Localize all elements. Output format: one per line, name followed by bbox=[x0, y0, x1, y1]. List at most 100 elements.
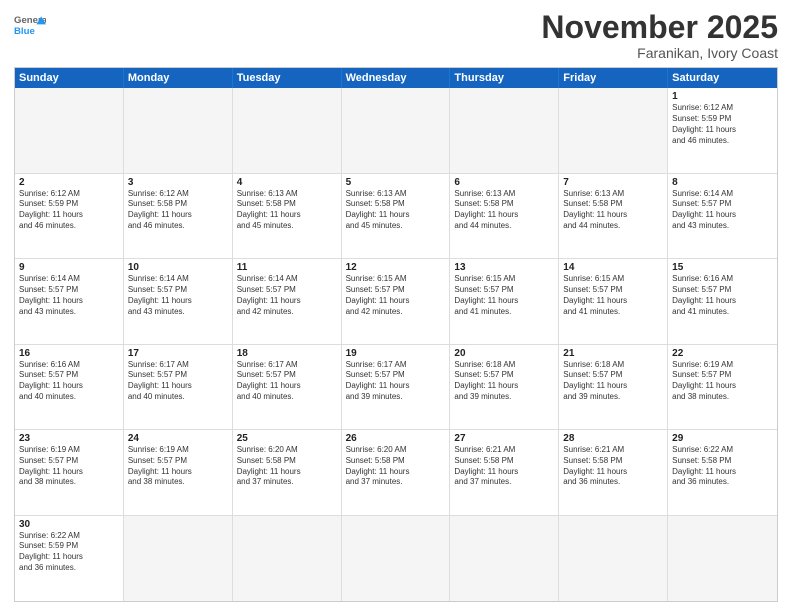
day-number: 6 bbox=[454, 177, 554, 188]
month-title: November 2025 bbox=[541, 10, 778, 45]
day-number: 21 bbox=[563, 348, 663, 359]
logo-icon: General Blue bbox=[14, 10, 46, 42]
day-number: 27 bbox=[454, 433, 554, 444]
day-info: Sunrise: 6:14 AM Sunset: 5:57 PM Dayligh… bbox=[128, 274, 228, 317]
day-info: Sunrise: 6:21 AM Sunset: 5:58 PM Dayligh… bbox=[563, 445, 663, 488]
day-number: 10 bbox=[128, 262, 228, 273]
day-info: Sunrise: 6:15 AM Sunset: 5:57 PM Dayligh… bbox=[346, 274, 446, 317]
calendar-cell: 6Sunrise: 6:13 AM Sunset: 5:58 PM Daylig… bbox=[450, 174, 559, 258]
day-number: 5 bbox=[346, 177, 446, 188]
calendar-cell: 5Sunrise: 6:13 AM Sunset: 5:58 PM Daylig… bbox=[342, 174, 451, 258]
day-number: 3 bbox=[128, 177, 228, 188]
day-info: Sunrise: 6:14 AM Sunset: 5:57 PM Dayligh… bbox=[237, 274, 337, 317]
day-number: 11 bbox=[237, 262, 337, 273]
day-info: Sunrise: 6:14 AM Sunset: 5:57 PM Dayligh… bbox=[672, 189, 773, 232]
day-number: 30 bbox=[19, 519, 119, 530]
calendar-cell: 4Sunrise: 6:13 AM Sunset: 5:58 PM Daylig… bbox=[233, 174, 342, 258]
day-info: Sunrise: 6:12 AM Sunset: 5:58 PM Dayligh… bbox=[128, 189, 228, 232]
day-info: Sunrise: 6:20 AM Sunset: 5:58 PM Dayligh… bbox=[237, 445, 337, 488]
calendar: SundayMondayTuesdayWednesdayThursdayFrid… bbox=[14, 67, 778, 602]
day-number: 24 bbox=[128, 433, 228, 444]
calendar-row-1: 2Sunrise: 6:12 AM Sunset: 5:59 PM Daylig… bbox=[15, 174, 777, 259]
calendar-row-4: 23Sunrise: 6:19 AM Sunset: 5:57 PM Dayli… bbox=[15, 430, 777, 515]
calendar-cell: 11Sunrise: 6:14 AM Sunset: 5:57 PM Dayli… bbox=[233, 259, 342, 343]
calendar-cell: 21Sunrise: 6:18 AM Sunset: 5:57 PM Dayli… bbox=[559, 345, 668, 429]
calendar-cell: 25Sunrise: 6:20 AM Sunset: 5:58 PM Dayli… bbox=[233, 430, 342, 514]
calendar-cell bbox=[15, 88, 124, 172]
day-number: 9 bbox=[19, 262, 119, 273]
calendar-cell bbox=[233, 516, 342, 601]
calendar-cell: 8Sunrise: 6:14 AM Sunset: 5:57 PM Daylig… bbox=[668, 174, 777, 258]
day-number: 28 bbox=[563, 433, 663, 444]
day-number: 13 bbox=[454, 262, 554, 273]
calendar-cell: 24Sunrise: 6:19 AM Sunset: 5:57 PM Dayli… bbox=[124, 430, 233, 514]
calendar-cell: 19Sunrise: 6:17 AM Sunset: 5:57 PM Dayli… bbox=[342, 345, 451, 429]
day-info: Sunrise: 6:12 AM Sunset: 5:59 PM Dayligh… bbox=[19, 189, 119, 232]
weekday-header-thursday: Thursday bbox=[450, 68, 559, 88]
calendar-cell: 18Sunrise: 6:17 AM Sunset: 5:57 PM Dayli… bbox=[233, 345, 342, 429]
calendar-cell bbox=[668, 516, 777, 601]
day-info: Sunrise: 6:13 AM Sunset: 5:58 PM Dayligh… bbox=[346, 189, 446, 232]
weekday-header-saturday: Saturday bbox=[668, 68, 777, 88]
calendar-cell bbox=[559, 88, 668, 172]
day-info: Sunrise: 6:18 AM Sunset: 5:57 PM Dayligh… bbox=[454, 360, 554, 403]
calendar-cell bbox=[559, 516, 668, 601]
day-number: 26 bbox=[346, 433, 446, 444]
subtitle: Faranikan, Ivory Coast bbox=[541, 45, 778, 61]
calendar-cell bbox=[124, 88, 233, 172]
weekday-header-wednesday: Wednesday bbox=[342, 68, 451, 88]
calendar-cell: 17Sunrise: 6:17 AM Sunset: 5:57 PM Dayli… bbox=[124, 345, 233, 429]
day-info: Sunrise: 6:12 AM Sunset: 5:59 PM Dayligh… bbox=[672, 103, 773, 146]
calendar-row-5: 30Sunrise: 6:22 AM Sunset: 5:59 PM Dayli… bbox=[15, 516, 777, 601]
calendar-row-3: 16Sunrise: 6:16 AM Sunset: 5:57 PM Dayli… bbox=[15, 345, 777, 430]
calendar-cell bbox=[342, 88, 451, 172]
day-info: Sunrise: 6:13 AM Sunset: 5:58 PM Dayligh… bbox=[454, 189, 554, 232]
day-info: Sunrise: 6:19 AM Sunset: 5:57 PM Dayligh… bbox=[672, 360, 773, 403]
day-info: Sunrise: 6:21 AM Sunset: 5:58 PM Dayligh… bbox=[454, 445, 554, 488]
calendar-cell bbox=[342, 516, 451, 601]
weekday-header-sunday: Sunday bbox=[15, 68, 124, 88]
calendar-cell bbox=[124, 516, 233, 601]
day-number: 4 bbox=[237, 177, 337, 188]
day-number: 17 bbox=[128, 348, 228, 359]
day-info: Sunrise: 6:16 AM Sunset: 5:57 PM Dayligh… bbox=[672, 274, 773, 317]
calendar-header: SundayMondayTuesdayWednesdayThursdayFrid… bbox=[15, 68, 777, 88]
calendar-cell: 29Sunrise: 6:22 AM Sunset: 5:58 PM Dayli… bbox=[668, 430, 777, 514]
day-info: Sunrise: 6:18 AM Sunset: 5:57 PM Dayligh… bbox=[563, 360, 663, 403]
weekday-header-monday: Monday bbox=[124, 68, 233, 88]
day-number: 1 bbox=[672, 91, 773, 102]
day-info: Sunrise: 6:15 AM Sunset: 5:57 PM Dayligh… bbox=[454, 274, 554, 317]
day-number: 15 bbox=[672, 262, 773, 273]
calendar-cell: 2Sunrise: 6:12 AM Sunset: 5:59 PM Daylig… bbox=[15, 174, 124, 258]
day-number: 14 bbox=[563, 262, 663, 273]
day-info: Sunrise: 6:15 AM Sunset: 5:57 PM Dayligh… bbox=[563, 274, 663, 317]
day-info: Sunrise: 6:17 AM Sunset: 5:57 PM Dayligh… bbox=[346, 360, 446, 403]
title-block: November 2025 Faranikan, Ivory Coast bbox=[541, 10, 778, 61]
day-number: 2 bbox=[19, 177, 119, 188]
day-number: 23 bbox=[19, 433, 119, 444]
calendar-cell: 9Sunrise: 6:14 AM Sunset: 5:57 PM Daylig… bbox=[15, 259, 124, 343]
day-number: 16 bbox=[19, 348, 119, 359]
calendar-cell: 23Sunrise: 6:19 AM Sunset: 5:57 PM Dayli… bbox=[15, 430, 124, 514]
calendar-cell bbox=[450, 88, 559, 172]
day-number: 22 bbox=[672, 348, 773, 359]
day-info: Sunrise: 6:13 AM Sunset: 5:58 PM Dayligh… bbox=[563, 189, 663, 232]
day-number: 29 bbox=[672, 433, 773, 444]
calendar-cell: 3Sunrise: 6:12 AM Sunset: 5:58 PM Daylig… bbox=[124, 174, 233, 258]
calendar-cell: 12Sunrise: 6:15 AM Sunset: 5:57 PM Dayli… bbox=[342, 259, 451, 343]
calendar-row-2: 9 Sunrise: 6:14 AM Sunset: 5:57 PM Daylig… bbox=[15, 259, 777, 344]
calendar-cell: 15Sunrise: 6:16 AM Sunset: 5:57 PM Dayli… bbox=[668, 259, 777, 343]
calendar-cell: 26Sunrise: 6:20 AM Sunset: 5:58 PM Dayli… bbox=[342, 430, 451, 514]
weekday-header-friday: Friday bbox=[559, 68, 668, 88]
calendar-cell: 20Sunrise: 6:18 AM Sunset: 5:57 PM Dayli… bbox=[450, 345, 559, 429]
calendar-cell: 16Sunrise: 6:16 AM Sunset: 5:57 PM Dayli… bbox=[15, 345, 124, 429]
calendar-cell: 27Sunrise: 6:21 AM Sunset: 5:58 PM Dayli… bbox=[450, 430, 559, 514]
calendar-cell: 1Sunrise: 6:12 AM Sunset: 5:59 PM Daylig… bbox=[668, 88, 777, 172]
calendar-cell: 7Sunrise: 6:13 AM Sunset: 5:58 PM Daylig… bbox=[559, 174, 668, 258]
calendar-cell: 13Sunrise: 6:15 AM Sunset: 5:57 PM Dayli… bbox=[450, 259, 559, 343]
day-number: 7 bbox=[563, 177, 663, 188]
calendar-cell: 30Sunrise: 6:22 AM Sunset: 5:59 PM Dayli… bbox=[15, 516, 124, 601]
calendar-cell bbox=[233, 88, 342, 172]
weekday-header-tuesday: Tuesday bbox=[233, 68, 342, 88]
svg-text:Blue: Blue bbox=[14, 26, 35, 37]
